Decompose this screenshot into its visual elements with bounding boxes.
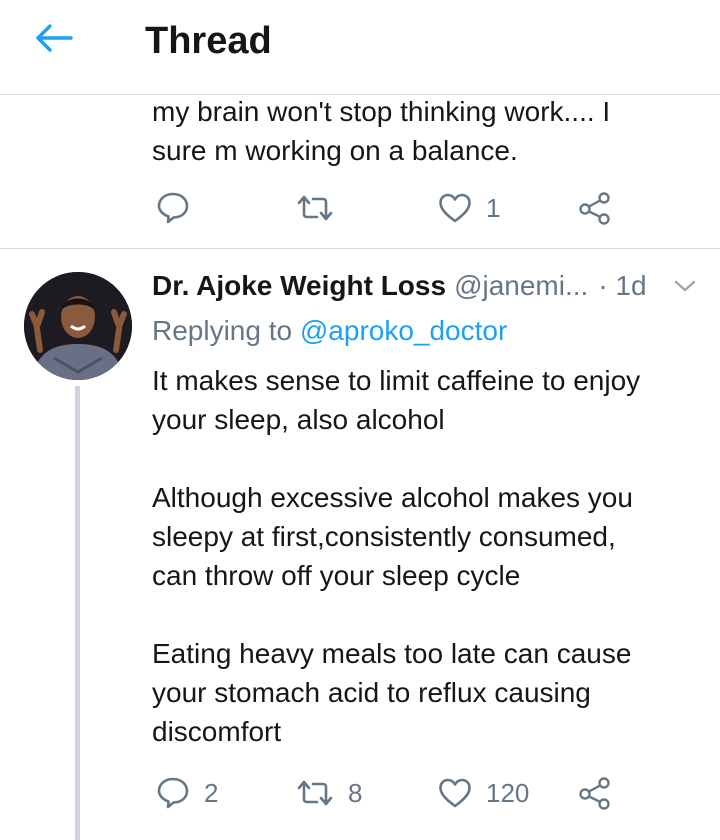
retweet-button[interactable]: 8 xyxy=(296,773,362,813)
reply-count: 2 xyxy=(204,778,219,808)
previous-tweet-text: my brain won't stop thinking work.... I … xyxy=(152,96,611,166)
like-count: 1 xyxy=(486,193,501,223)
retweet-arrows-icon xyxy=(296,778,334,808)
avatar[interactable] xyxy=(24,272,132,380)
like-button[interactable]: 1 xyxy=(438,188,500,228)
reply-button[interactable]: 2 xyxy=(156,773,218,813)
chevron-down-icon xyxy=(673,278,697,299)
thread-connector-line xyxy=(75,386,80,840)
like-count: 120 xyxy=(486,778,530,808)
tweet-menu-button[interactable] xyxy=(670,276,700,300)
heart-icon xyxy=(438,777,472,809)
replying-to-mention[interactable]: @aproko_doctor xyxy=(300,315,507,346)
retweet-arrows-icon xyxy=(296,193,334,223)
share-nodes-icon xyxy=(578,776,612,810)
arrow-left-icon xyxy=(35,23,73,58)
back-button[interactable] xyxy=(26,18,82,62)
reply-tweet-text: It makes sense to limit caffeine to enjo… xyxy=(152,365,641,747)
replying-to-line: Replying to @aproko_doctor xyxy=(152,313,507,349)
author-handle[interactable]: @janemi... xyxy=(454,270,588,302)
retweet-button[interactable] xyxy=(296,188,334,228)
share-button[interactable] xyxy=(578,188,612,228)
speech-bubble-icon xyxy=(156,776,190,810)
replying-to-label: Replying to xyxy=(152,315,300,346)
retweet-count: 8 xyxy=(348,778,363,808)
page-title: Thread xyxy=(145,20,272,62)
author-display-name[interactable]: Dr. Ajoke Weight Loss xyxy=(152,270,446,302)
speech-bubble-icon xyxy=(156,191,190,225)
heart-icon xyxy=(438,192,472,224)
tweet-divider xyxy=(0,248,720,249)
app-header: Thread xyxy=(0,0,720,94)
tweet-author-row: Dr. Ajoke Weight Loss @janemi... · 1d xyxy=(152,266,647,306)
share-button[interactable] xyxy=(578,773,612,813)
reply-button[interactable] xyxy=(156,188,190,228)
share-nodes-icon xyxy=(578,191,612,225)
like-button[interactable]: 120 xyxy=(438,773,529,813)
tweet-timestamp: · 1d xyxy=(598,270,647,301)
